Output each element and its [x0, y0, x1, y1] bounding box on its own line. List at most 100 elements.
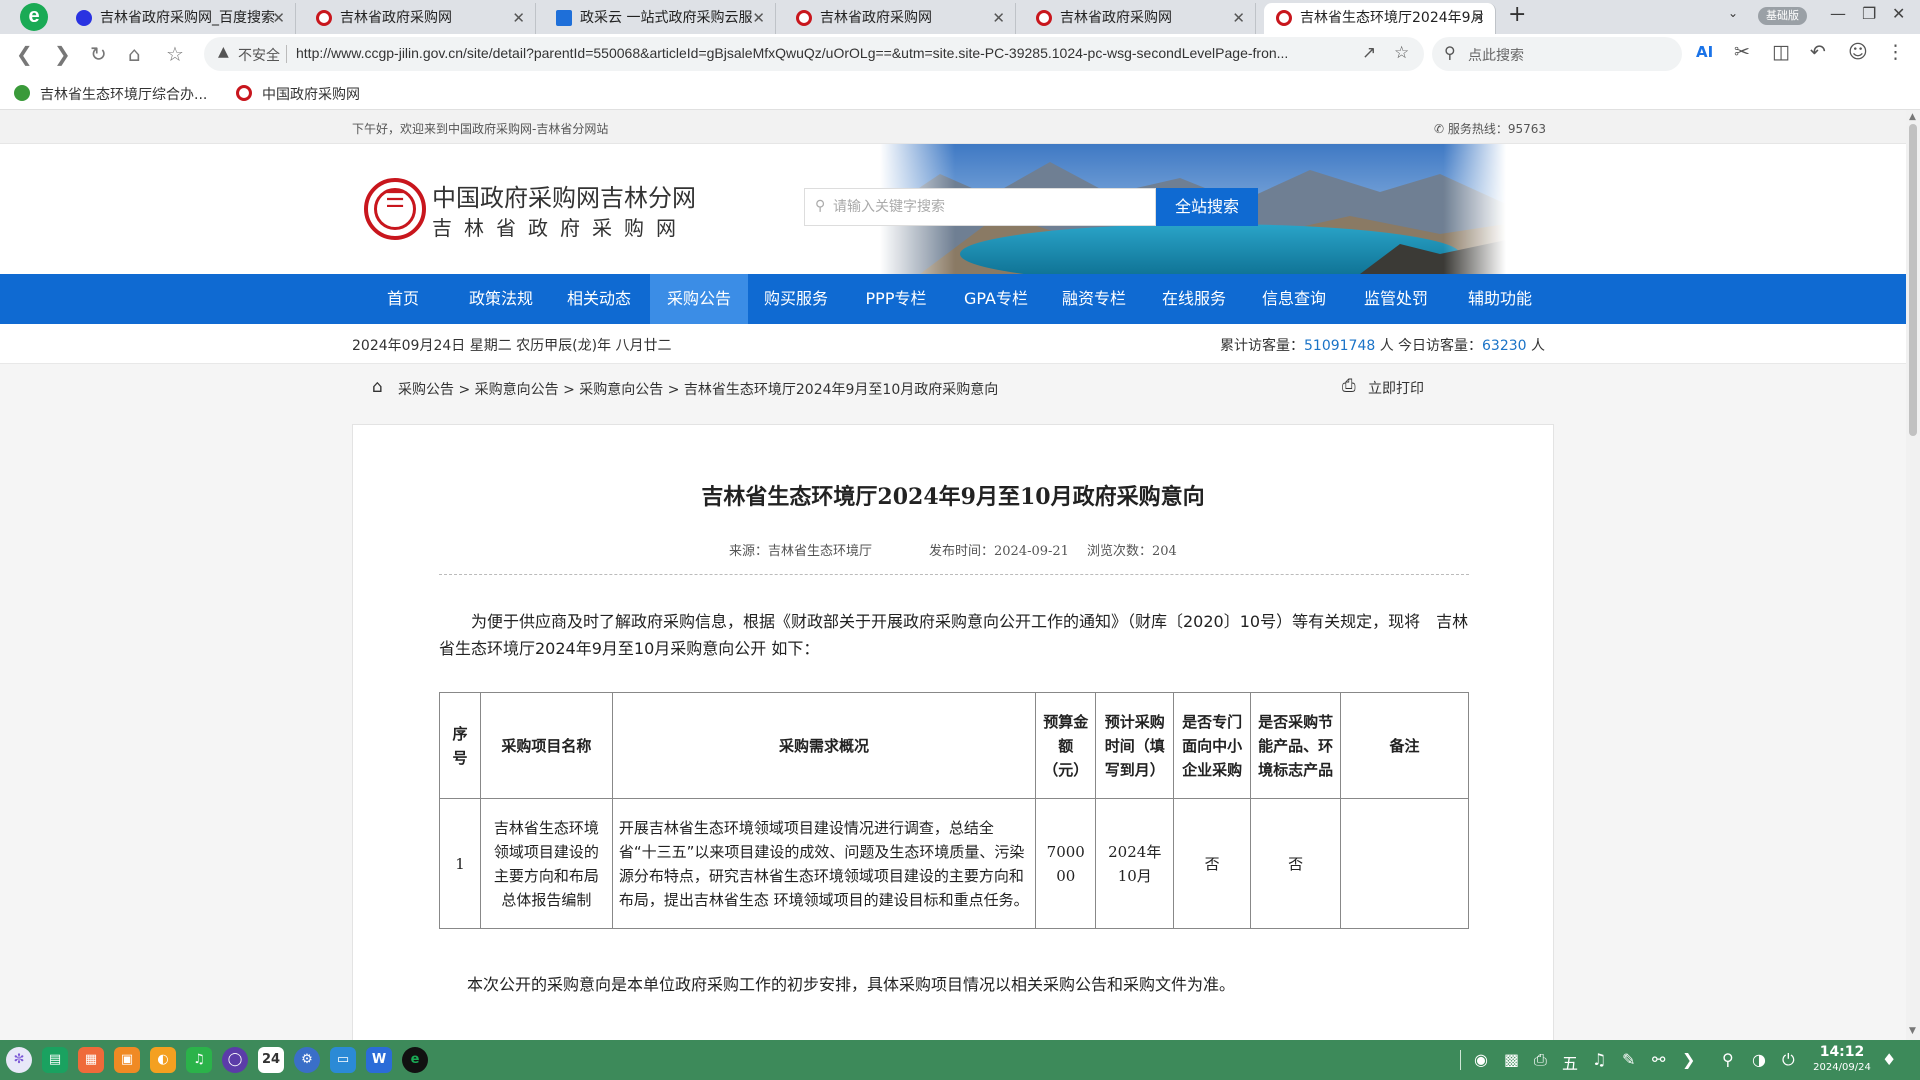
settings-icon[interactable]: ⚙: [294, 1047, 320, 1073]
input-method-icon[interactable]: 五: [1562, 1050, 1578, 1074]
address-bar[interactable]: ▲ 不安全 http://www.ccgp-jilin.gov.cn/site/…: [204, 37, 1424, 71]
nav-item[interactable]: 信息查询: [1246, 274, 1342, 324]
start-menu-icon[interactable]: ✼: [6, 1047, 32, 1073]
tab-close-icon[interactable]: ✕: [1472, 3, 1485, 33]
bookmark-label[interactable]: 中国政府采购网: [262, 87, 360, 103]
page-scrollbar[interactable]: ▲ ▼: [1906, 110, 1920, 1040]
bookmark-label[interactable]: 吉林省生态环境厅综合办...: [40, 87, 207, 103]
ccgp-emblem-logo[interactable]: ☰: [364, 178, 426, 240]
scroll-up-icon[interactable]: ▲: [1909, 112, 1916, 122]
tab-title[interactable]: 吉林省政府采购网_百度搜索: [100, 10, 275, 26]
nav-item[interactable]: 采购公告: [650, 274, 748, 324]
screenshot-icon[interactable]: ✂: [1734, 41, 1750, 63]
tab-close-icon[interactable]: ✕: [272, 3, 285, 33]
url-text[interactable]: http://www.ccgp-jilin.gov.cn/site/detail…: [296, 45, 1346, 61]
browser-tab[interactable]: 吉林省政府采购网 ✕: [784, 3, 1016, 34]
tab-title[interactable]: 吉林省政府采购网: [820, 10, 932, 26]
browser-logo-icon[interactable]: e: [20, 3, 48, 31]
tab-title[interactable]: 吉林省政府采购网: [340, 10, 452, 26]
top-strip: 下午好，欢迎来到中国政府采购网-吉林省分网站 ✆ 服务热线：95763: [0, 110, 1906, 144]
share-icon[interactable]: ↗: [1362, 43, 1376, 63]
volume-icon[interactable]: ♫: [1592, 1050, 1606, 1069]
music-icon[interactable]: ♫: [186, 1047, 212, 1073]
forward-icon[interactable]: ❯: [54, 42, 71, 66]
sidebar-icon[interactable]: ◫: [1772, 41, 1790, 63]
taskbar: ✼ ▤ ▦ ▣ ◐ ♫ ◯ 24 ⚙ ▭ W e ◉ ▩ ⎙ 五 ♫ ✎ ⚯ ❯…: [0, 1040, 1920, 1080]
browser-tab[interactable]: 吉林省政府采购网 ✕: [1024, 3, 1256, 34]
nav-item[interactable]: 在线服务: [1146, 274, 1242, 324]
power-icon[interactable]: ⏻: [1782, 1050, 1795, 1070]
undo-icon[interactable]: ↶: [1810, 41, 1826, 63]
keyword-search-field[interactable]: [833, 197, 1143, 217]
usb-icon[interactable]: ⚯: [1652, 1050, 1665, 1069]
tab-list-chevron-icon[interactable]: ⌄: [1728, 6, 1738, 20]
home-icon[interactable]: ⌂: [372, 377, 383, 397]
nav-item[interactable]: 政策法规: [454, 274, 548, 324]
close-window-icon[interactable]: ✕: [1892, 4, 1905, 23]
breadcrumb-text[interactable]: 采购公告 > 采购意向公告 > 采购意向公告 > 吉林省生态环境厅2024年9月…: [398, 379, 998, 399]
file-manager-icon[interactable]: ▤: [42, 1047, 68, 1073]
nav-item[interactable]: 购买服务: [748, 274, 844, 324]
word-processor-icon[interactable]: W: [366, 1047, 392, 1073]
image-viewer-icon[interactable]: ◐: [150, 1047, 176, 1073]
browser-search-box[interactable]: ⚲ 点此搜索: [1432, 37, 1682, 71]
security-label[interactable]: 不安全: [238, 45, 280, 65]
tab-title[interactable]: 政采云 一站式政府采购云服: [580, 10, 752, 26]
scroll-thumb[interactable]: [1909, 124, 1917, 436]
edition-badge[interactable]: 基础版: [1758, 7, 1807, 25]
nav-item[interactable]: PPP专栏: [848, 274, 944, 324]
system-clock[interactable]: 14:12 2024/09/24: [1812, 1044, 1872, 1074]
search-tray-icon[interactable]: ⚲: [1722, 1050, 1734, 1069]
ai-assistant-icon[interactable]: AI: [1696, 43, 1713, 61]
app-grid-icon[interactable]: ▦: [78, 1047, 104, 1073]
tab-close-icon[interactable]: ✕: [992, 3, 1005, 33]
network-icon[interactable]: ◑: [1752, 1050, 1766, 1069]
restore-icon[interactable]: ❐: [1862, 4, 1876, 23]
nav-item[interactable]: 首页: [362, 274, 444, 324]
bookmark-star-icon[interactable]: ☆: [166, 42, 184, 66]
notification-bell-icon[interactable]: ♦: [1882, 1050, 1896, 1069]
window-app-icon[interactable]: ▭: [330, 1047, 356, 1073]
tab-title[interactable]: 吉林省生态环境厅2024年9月: [1300, 10, 1485, 26]
tab-close-icon[interactable]: ✕: [752, 3, 765, 33]
browser-tab[interactable]: 吉林省政府采购网_百度搜索 ✕: [64, 3, 296, 34]
tab-close-icon[interactable]: ✕: [1232, 3, 1245, 33]
app-store-icon[interactable]: ▣: [114, 1047, 140, 1073]
account-icon[interactable]: ☺: [1848, 41, 1868, 63]
reload-icon[interactable]: ↻: [90, 42, 107, 66]
nav-item[interactable]: GPA专栏: [948, 274, 1044, 324]
blue-app-icon[interactable]: ▩: [1504, 1050, 1519, 1069]
minimize-icon[interactable]: —: [1830, 4, 1846, 23]
nav-item[interactable]: 监管处罚: [1346, 274, 1446, 324]
nav-item[interactable]: 融资专栏: [1044, 274, 1144, 324]
browser-tab[interactable]: 政采云 一站式政府采购云服 ✕: [544, 3, 776, 34]
pen-icon[interactable]: ✎: [1622, 1050, 1635, 1069]
printer-icon[interactable]: ⎙: [1342, 376, 1356, 396]
menu-icon[interactable]: ⋮: [1886, 41, 1905, 63]
browser-app-icon[interactable]: ◯: [222, 1047, 248, 1073]
scroll-down-icon[interactable]: ▼: [1909, 1026, 1916, 1036]
ccgp-favicon-icon: [316, 10, 332, 26]
keyword-search-input[interactable]: ⚲: [804, 188, 1156, 226]
nav-item[interactable]: 辅助功能: [1450, 274, 1550, 324]
bookmark-item[interactable]: 吉林省生态环境厅综合办...: [14, 84, 207, 104]
favorite-star-icon[interactable]: ☆: [1394, 43, 1409, 63]
new-tab-button[interactable]: +: [1508, 2, 1526, 27]
back-icon[interactable]: ❮: [16, 42, 33, 66]
home-icon[interactable]: ⌂: [128, 42, 141, 66]
print-label[interactable]: 立即打印: [1368, 378, 1424, 398]
printer-tray-icon[interactable]: ⎙: [1534, 1050, 1547, 1070]
browser-tab[interactable]: 吉林省政府采购网 ✕: [304, 3, 536, 34]
site-title[interactable]: 中国政府采购网吉林分网: [432, 178, 696, 213]
calendar-icon[interactable]: 24: [258, 1047, 284, 1073]
tab-title[interactable]: 吉林省政府采购网: [1060, 10, 1172, 26]
site-search-button[interactable]: 全站搜索: [1156, 188, 1258, 226]
bookmark-item[interactable]: 中国政府采购网: [236, 84, 360, 104]
edge-browser-icon[interactable]: e: [402, 1047, 428, 1073]
tab-close-icon[interactable]: ✕: [512, 3, 525, 33]
tray-expand-icon[interactable]: ❯: [1682, 1050, 1695, 1069]
wechat-icon[interactable]: ◉: [1474, 1050, 1488, 1069]
browser-tab[interactable]: 吉林省生态环境厅2024年9月 ✕: [1264, 3, 1496, 34]
nav-item[interactable]: 相关动态: [552, 274, 646, 324]
warning-icon[interactable]: ▲: [218, 44, 229, 60]
